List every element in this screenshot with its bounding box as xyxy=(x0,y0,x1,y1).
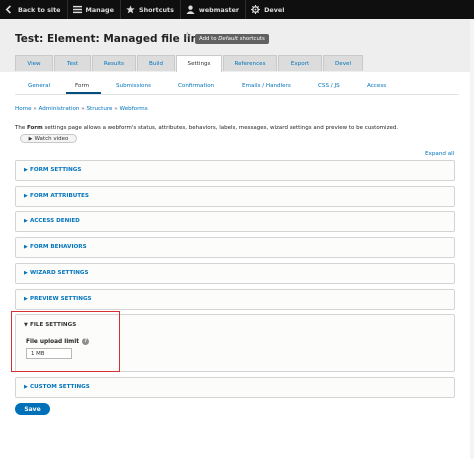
section-form-attributes[interactable]: ▶ FORM ATTRIBUTES xyxy=(15,186,455,207)
subtab-confirmation[interactable]: Confirmation xyxy=(178,83,214,89)
section-preview-settings[interactable]: ▶ PREVIEW SETTINGS xyxy=(15,289,455,310)
user-icon xyxy=(186,5,195,14)
breadcrumb: Home » Administration » Structure » Webf… xyxy=(15,106,148,112)
tab-devel[interactable]: Devel xyxy=(323,55,363,71)
play-icon: ▶ xyxy=(28,135,33,142)
back-arrow-icon xyxy=(5,5,11,14)
add-shortcut-tooltip: Add to Default shortcuts xyxy=(195,34,269,44)
watch-video-button[interactable]: ▶ Watch video xyxy=(20,134,77,143)
page-title: Test: Element: Managed file limit xyxy=(15,33,211,45)
tab-build[interactable]: Build xyxy=(137,55,175,71)
breadcrumb-webforms[interactable]: Webforms xyxy=(120,106,148,112)
scrollbar[interactable] xyxy=(470,19,474,459)
admin-toolbar: Back to site Manage Shortcuts webmaster … xyxy=(0,0,474,19)
tab-references[interactable]: References xyxy=(223,55,277,71)
tab-view[interactable]: View xyxy=(15,55,53,71)
toolbar-back-to-site[interactable]: Back to site xyxy=(0,0,68,19)
tab-settings[interactable]: Settings xyxy=(176,55,222,72)
toolbar-manage[interactable]: Manage xyxy=(68,0,121,19)
tab-results[interactable]: Results xyxy=(92,55,136,71)
subtab-emails-handlers[interactable]: Emails / Handlers xyxy=(242,83,291,89)
breadcrumb-administration[interactable]: Administration xyxy=(39,106,80,112)
section-custom-settings[interactable]: ▶ CUSTOM SETTINGS xyxy=(15,377,455,398)
section-form-behaviors[interactable]: ▶ FORM BEHAVIORS xyxy=(15,237,455,258)
divider xyxy=(15,94,459,95)
subtab-general[interactable]: General xyxy=(28,83,50,89)
expand-all-link[interactable]: Expand all xyxy=(425,151,454,157)
toolbar-devel[interactable]: Devel xyxy=(246,0,290,19)
section-wizard-settings[interactable]: ▶ WIZARD SETTINGS xyxy=(15,263,455,284)
shortcut-star-icon[interactable]: ☆ xyxy=(183,31,192,42)
save-button[interactable]: Save xyxy=(15,403,50,415)
section-access-denied[interactable]: ▶ ACCESS DENIED xyxy=(15,211,455,232)
star-icon xyxy=(126,5,135,14)
gear-icon xyxy=(251,5,261,14)
highlight-box xyxy=(11,311,120,372)
tab-export[interactable]: Export xyxy=(278,55,322,71)
tab-test[interactable]: Test xyxy=(54,55,91,71)
subtab-form[interactable]: Form xyxy=(75,83,89,89)
section-form-settings[interactable]: ▶ FORM SETTINGS xyxy=(15,160,455,181)
subtab-submissions[interactable]: Submissions xyxy=(116,83,151,89)
toolbar-user[interactable]: webmaster xyxy=(181,0,247,19)
subtab-access[interactable]: Access xyxy=(367,83,386,89)
subtab-css-js[interactable]: CSS / JS xyxy=(318,83,340,89)
breadcrumb-structure[interactable]: Structure xyxy=(86,106,112,112)
toolbar-shortcuts[interactable]: Shortcuts xyxy=(121,0,181,19)
breadcrumb-home[interactable]: Home xyxy=(15,106,32,112)
menu-icon xyxy=(72,5,82,14)
page-description: The Form settings page allows a webform'… xyxy=(15,125,399,131)
